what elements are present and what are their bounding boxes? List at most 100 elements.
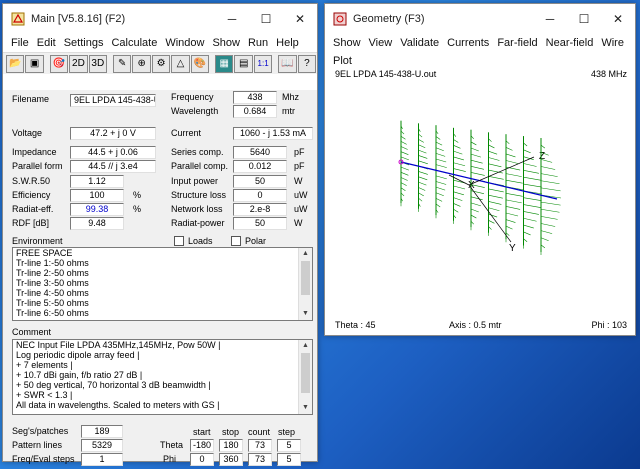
segs-label: Seg's/patches (12, 426, 69, 436)
environment-line: Tr-line 1:-50 ohms (16, 258, 89, 268)
edit-icon[interactable]: ✎ (113, 54, 132, 73)
current-hatch (523, 142, 528, 147)
stop-header: stop (222, 427, 240, 437)
menu-window[interactable]: Window (161, 34, 208, 52)
input-power-field[interactable]: 50 (233, 175, 287, 188)
probe-icon[interactable]: 🎯 (49, 54, 69, 73)
minimize-button[interactable]: ─ (533, 4, 567, 34)
environment-listbox[interactable]: FREE SPACE Tr-line 1:-50 ohms Tr-line 2:… (12, 247, 313, 321)
current-label: Current (171, 128, 202, 138)
open-folder-icon[interactable]: 📂 (6, 54, 25, 73)
phi-start-field[interactable]: 0 (190, 453, 214, 466)
current-hatch (540, 244, 546, 249)
menu-settings[interactable]: Settings (60, 34, 108, 52)
current-hatch (540, 223, 556, 227)
theta-stop-field[interactable]: 180 (219, 439, 243, 452)
menu-validate[interactable]: Validate (396, 34, 443, 52)
radiat-eff-unit: % (133, 204, 142, 214)
help-icon[interactable]: ? (297, 54, 317, 73)
theta-step-field[interactable]: 5 (277, 439, 301, 452)
axis-z-line (468, 156, 535, 186)
book-icon[interactable]: 📖 (278, 54, 297, 73)
scroll-up-icon[interactable]: ▲ (299, 248, 312, 260)
count-header: count (248, 427, 271, 437)
current-hatch (453, 150, 463, 155)
maximize-button[interactable]: ☐ (567, 4, 601, 34)
main-toolbar: 📂 ▣ 🎯 2D 3D ✎ ⊕ ⚙ △ 🎨 ▦ ▤ 1:1 📖 ? (3, 52, 317, 74)
network-loss-label: Network loss (171, 204, 223, 214)
copy-icon[interactable]: ⊕ (132, 54, 151, 73)
menu-currents[interactable]: Currents (443, 34, 493, 52)
menu-file[interactable]: File (7, 34, 33, 52)
menu-view[interactable]: View (365, 34, 397, 52)
maximize-button[interactable]: ☐ (249, 4, 283, 34)
minimize-button[interactable]: ─ (215, 4, 249, 34)
calculator-icon[interactable]: ▦ (215, 54, 234, 73)
menu-calculate[interactable]: Calculate (107, 34, 161, 52)
ratio-icon[interactable]: 1:1 (253, 54, 273, 73)
start-header: start (193, 427, 211, 437)
phi-stop-field[interactable]: 360 (219, 453, 243, 466)
menu-help[interactable]: Help (272, 34, 303, 52)
network-loss-unit: uW (294, 204, 308, 214)
phi-step-field[interactable]: 5 (277, 453, 301, 466)
comment-listbox[interactable]: NEC Input File LPDA 435MHz,145MHz, Pow 5… (12, 339, 313, 415)
menu-show[interactable]: Show (208, 34, 244, 52)
current-hatch (540, 144, 546, 149)
freq-eval-field[interactable]: 1 (81, 453, 123, 466)
current-hatch (488, 207, 500, 212)
environment-line: Tr-line 6:-50 ohms (16, 308, 89, 318)
3d-view-icon[interactable]: 3D (88, 54, 108, 73)
optimize-icon[interactable]: ⚙ (151, 54, 171, 73)
environment-line: Tr-line 5:-50 ohms (16, 298, 89, 308)
current-hatch (435, 181, 447, 185)
loads-checkbox[interactable] (174, 236, 184, 246)
close-button[interactable]: ✕ (283, 4, 317, 34)
current-hatch (453, 185, 466, 190)
filename-field[interactable]: 9EL LPDA 145-438-U (70, 94, 156, 107)
series-comp-unit: pF (294, 147, 305, 157)
menu-show[interactable]: Show (329, 34, 365, 52)
menu-wire[interactable]: Wire (597, 34, 628, 52)
scroll-up-icon[interactable]: ▲ (299, 340, 312, 352)
comment-scrollbar[interactable]: ▲ ▼ (298, 340, 312, 414)
radiat-power-unit: W (294, 218, 303, 228)
current-hatch (453, 203, 461, 207)
menu-edit[interactable]: Edit (33, 34, 60, 52)
current-hatch (435, 158, 447, 163)
series-comp-label: Series comp. (171, 147, 224, 157)
table-icon[interactable]: ▤ (234, 54, 253, 73)
radiat-eff-field: 99.38 (70, 203, 124, 216)
scroll-thumb[interactable] (301, 261, 310, 295)
axis-y-line (468, 184, 512, 243)
polar-checkbox[interactable] (231, 236, 241, 246)
environment-scrollbar[interactable]: ▲ ▼ (298, 248, 312, 320)
2d-view-icon[interactable]: 2D (69, 54, 88, 73)
main-titlebar[interactable]: Main [V5.8.16] (F2) ─ ☐ ✕ (3, 4, 317, 34)
current-hatch (505, 147, 513, 151)
scroll-thumb[interactable] (301, 353, 310, 393)
palette-icon[interactable]: 🎨 (190, 54, 210, 73)
theta-start-field[interactable]: -180 (190, 439, 214, 452)
save-icon[interactable]: ▣ (25, 54, 44, 73)
menu-run[interactable]: Run (244, 34, 272, 52)
series-comp-field: 5640 (233, 146, 287, 159)
current-hatch (453, 191, 464, 196)
voltage-field: 47.2 + j 0 V (70, 127, 156, 140)
current-hatch (400, 177, 408, 181)
geometry-canvas[interactable]: 9EL LPDA 145-438-U.out 438 MHz Theta : 4… (329, 67, 631, 332)
sweep-icon[interactable]: △ (171, 54, 190, 73)
scroll-down-icon[interactable]: ▼ (299, 402, 312, 414)
current-hatch (418, 160, 428, 165)
menu-near-field[interactable]: Near-field (542, 34, 598, 52)
scroll-down-icon[interactable]: ▼ (299, 308, 312, 320)
current-hatch (540, 230, 553, 234)
close-button[interactable]: ✕ (601, 4, 635, 34)
current-hatch (435, 147, 444, 152)
geometry-titlebar[interactable]: Geometry (F3) ─ ☐ ✕ (325, 4, 635, 34)
app-icon (11, 12, 25, 26)
current-hatch (418, 133, 423, 138)
frequency-field[interactable]: 438 (233, 91, 277, 104)
current-hatch (505, 199, 522, 204)
menu-far-field[interactable]: Far-field (493, 34, 541, 52)
